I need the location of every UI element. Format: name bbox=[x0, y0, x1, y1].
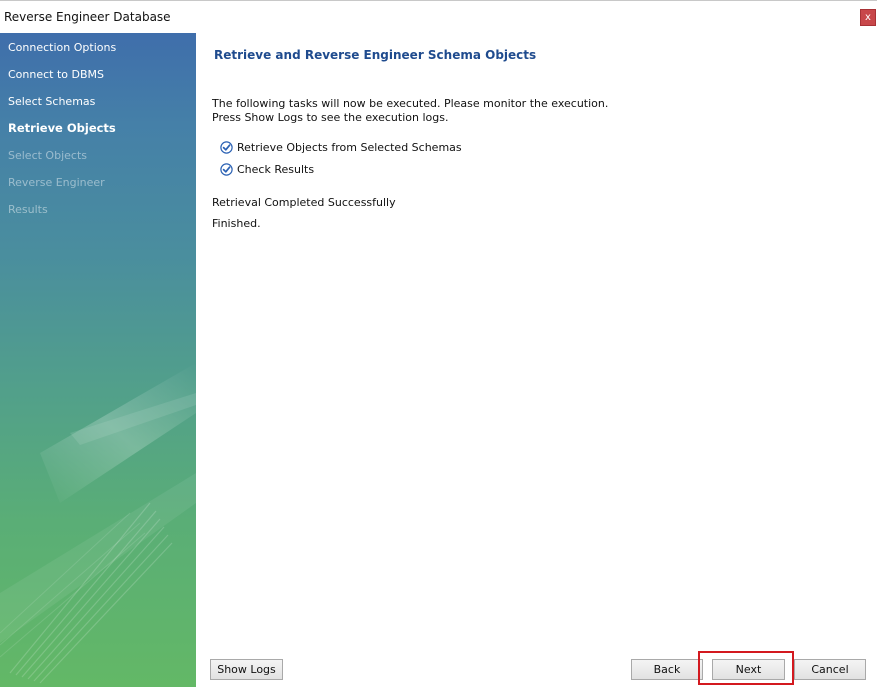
task-label: Retrieve Objects from Selected Schemas bbox=[237, 141, 462, 154]
show-logs-button[interactable]: Show Logs bbox=[210, 659, 283, 680]
sidebar-item-connection-options: Connection Options bbox=[8, 41, 117, 54]
status-finished: Finished. bbox=[212, 217, 261, 230]
sidebar-item-select-objects: Select Objects bbox=[8, 149, 87, 162]
close-button[interactable]: x bbox=[860, 9, 876, 26]
page-title: Retrieve and Reverse Engineer Schema Obj… bbox=[214, 48, 537, 62]
next-button[interactable]: Next bbox=[712, 659, 785, 680]
sidebar-item-results: Results bbox=[8, 203, 48, 216]
reverse-engineer-dialog: Reverse Engineer Database x Connection O… bbox=[0, 0, 877, 687]
cancel-button[interactable]: Cancel bbox=[794, 659, 866, 680]
back-button[interactable]: Back bbox=[631, 659, 703, 680]
sidebar-item-connect-to-dbms: Connect to DBMS bbox=[8, 68, 105, 81]
description-line-2: Press Show Logs to see the execution log… bbox=[212, 111, 449, 124]
check-circle-icon bbox=[220, 163, 233, 176]
sidebar-item-reverse-engineer: Reverse Engineer bbox=[8, 176, 105, 189]
task-label: Check Results bbox=[237, 163, 315, 176]
close-icon: x bbox=[865, 12, 871, 23]
status-retrieval-completed: Retrieval Completed Successfully bbox=[212, 196, 396, 209]
sidebar-item-retrieve-objects: Retrieve Objects bbox=[8, 121, 116, 135]
sidebar-item-select-schemas: Select Schemas bbox=[8, 95, 96, 108]
window-title: Reverse Engineer Database bbox=[4, 10, 171, 24]
description-line-1: The following tasks will now be executed… bbox=[212, 97, 609, 110]
check-circle-icon bbox=[220, 141, 233, 154]
wizard-steps-sidebar: Connection Options Connect to DBMS Selec… bbox=[0, 33, 196, 687]
title-bar[interactable]: Reverse Engineer Database x bbox=[0, 1, 877, 33]
